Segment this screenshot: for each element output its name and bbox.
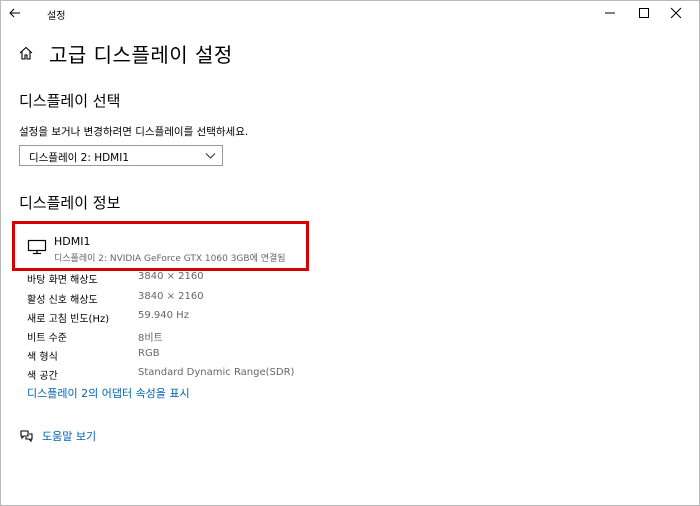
page-title: 고급 디스플레이 설정 (49, 43, 233, 67)
display-dropdown[interactable]: 디스플레이 2: HDMI1 (19, 145, 223, 166)
info-label: 새로 고침 빈도(Hz) (27, 314, 110, 325)
display-connection: 디스플레이 2: NVIDIA GeForce GTX 1060 3GB에 연결… (54, 254, 286, 264)
info-label: 색 형식 (27, 352, 58, 363)
info-label: 활성 신호 해상도 (27, 295, 98, 306)
back-arrow-icon[interactable] (7, 5, 23, 21)
adapter-properties-link[interactable]: 디스플레이 2의 어댑터 속성을 표시 (27, 385, 190, 401)
info-label: 색 공간 (27, 371, 58, 382)
info-value: 8비트 (138, 333, 163, 344)
display-info-card: HDMI1 디스플레이 2: NVIDIA GeForce GTX 1060 3… (12, 221, 309, 271)
info-label: 비트 수준 (27, 333, 67, 344)
close-icon[interactable] (665, 4, 687, 22)
info-value: 3840 × 2160 (138, 271, 204, 282)
help-link[interactable]: 도움말 보기 (42, 428, 96, 444)
settings-window: 설정 고급 디스플레이 설정 디스플레이 선택 설정을 보거나 변경하려면 디스… (0, 0, 700, 506)
display-info-heading: 디스플레이 정보 (19, 194, 121, 212)
select-display-description: 설정을 보거나 변경하려면 디스플레이를 선택하세요. (19, 126, 249, 138)
home-icon[interactable] (19, 46, 33, 60)
window-title: 설정 (47, 11, 66, 22)
select-display-heading: 디스플레이 선택 (19, 92, 121, 110)
info-label: 바탕 화면 해상도 (27, 275, 98, 286)
minimize-icon[interactable] (599, 4, 621, 22)
info-value: RGB (138, 348, 160, 359)
info-value: Standard Dynamic Range(SDR) (138, 367, 295, 378)
monitor-icon (27, 239, 47, 255)
maximize-icon[interactable] (633, 4, 655, 22)
chevron-down-icon (205, 153, 216, 159)
display-dropdown-value: 디스플레이 2: HDMI1 (29, 152, 130, 164)
help-chat-icon[interactable] (19, 429, 34, 443)
info-value: 59.940 Hz (138, 310, 189, 321)
title-bar: 설정 (1, 1, 699, 27)
info-value: 3840 × 2160 (138, 291, 204, 302)
display-name: HDMI1 (54, 235, 91, 248)
